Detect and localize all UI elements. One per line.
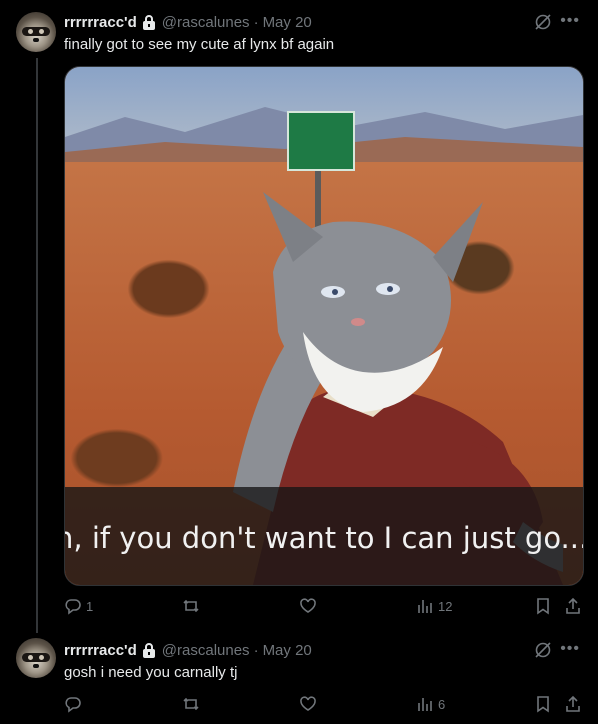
lock-icon [142, 15, 155, 30]
grok-icon[interactable] [534, 13, 552, 31]
separator-dot: · [253, 641, 259, 659]
display-name[interactable]: rrrrrracc'd [64, 14, 137, 31]
tweet-header: rrrrrracc'd @rascalunes · May 20 [64, 640, 312, 660]
retweet-button[interactable] [182, 597, 204, 615]
more-icon[interactable]: ••• [560, 640, 580, 658]
bookmark-button[interactable] [534, 695, 552, 713]
views-count: 12 [438, 598, 453, 614]
tweet-date[interactable]: May 20 [263, 642, 312, 659]
share-icon [566, 597, 580, 614]
tweet-date[interactable]: May 20 [263, 14, 312, 31]
bookmark-icon [537, 696, 549, 713]
avatar[interactable] [16, 12, 56, 52]
retweet-button[interactable] [182, 695, 204, 713]
tweet-text: gosh i need you carnally tj [64, 664, 238, 681]
thread-connector-line [36, 58, 38, 633]
lock-icon [142, 643, 155, 658]
user-handle[interactable]: @rascalunes [162, 14, 250, 31]
reply-icon [65, 599, 81, 615]
views-icon [418, 698, 432, 711]
separator-dot: · [253, 13, 259, 31]
like-icon [300, 598, 316, 613]
views-button[interactable]: 12 [416, 597, 452, 615]
user-handle[interactable]: @rascalunes [162, 642, 250, 659]
tweet-header: rrrrrracc'd @rascalunes · May 20 [64, 12, 312, 32]
like-button[interactable] [299, 597, 321, 615]
more-icon[interactable]: ••• [560, 12, 580, 30]
display-name[interactable]: rrrrrracc'd [64, 642, 137, 659]
grok-icon[interactable] [534, 641, 552, 659]
share-button[interactable] [564, 597, 582, 615]
subtitle-text: n, if you don't want to I can just go... [64, 521, 584, 555]
like-icon [300, 696, 316, 711]
tweet-actions: 6 [64, 695, 582, 715]
tweet-text: finally got to see my cute af lynx bf ag… [64, 36, 335, 53]
views-icon [418, 600, 432, 613]
tweet-media-image[interactable]: n, if you don't want to I can just go... [64, 66, 584, 586]
retweet-icon [183, 697, 199, 711]
like-button[interactable] [299, 695, 321, 713]
avatar[interactable] [16, 638, 56, 678]
reply-count: 1 [86, 598, 94, 614]
views-count: 6 [438, 696, 446, 712]
share-button[interactable] [564, 695, 582, 713]
bookmark-button[interactable] [534, 597, 552, 615]
tweet-actions: 1 12 [64, 597, 582, 617]
reply-icon [65, 697, 81, 713]
bookmark-icon [537, 598, 549, 615]
share-icon [566, 695, 580, 712]
retweet-icon [183, 599, 199, 613]
reply-button[interactable] [64, 695, 86, 713]
views-button[interactable]: 6 [416, 695, 445, 713]
reply-button[interactable]: 1 [64, 597, 93, 615]
